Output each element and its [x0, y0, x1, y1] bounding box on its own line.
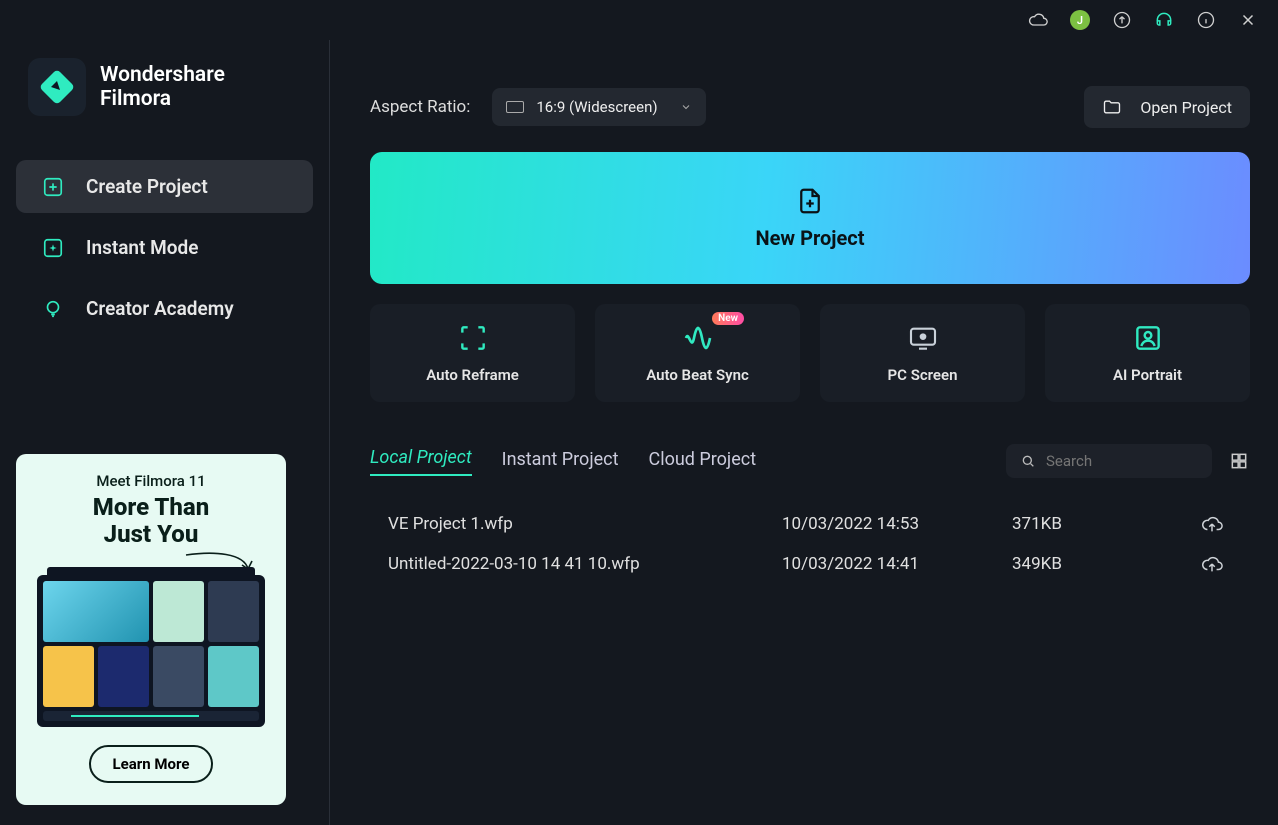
open-project-label: Open Project — [1140, 98, 1232, 117]
promo-learn-more-button[interactable]: Learn More — [89, 745, 214, 783]
sidebar: Wondershare Filmora Create Project Insta… — [0, 40, 330, 825]
promo-preview — [37, 575, 265, 727]
project-list: VE Project 1.wfp 10/03/2022 14:53 371KB … — [370, 504, 1250, 584]
sparkle-square-icon — [42, 237, 64, 259]
brand-line1: Wondershare — [100, 63, 225, 87]
file-plus-icon — [795, 186, 825, 216]
nav-item-label: Creator Academy — [86, 297, 234, 320]
folder-icon — [1102, 97, 1122, 117]
brand-logo — [28, 58, 86, 116]
titlebar: J — [0, 0, 1278, 40]
project-tabs: Local Project Instant Project Cloud Proj… — [370, 447, 756, 476]
card-auto-reframe[interactable]: Auto Reframe — [370, 304, 575, 402]
nav-instant-mode[interactable]: Instant Mode — [16, 221, 313, 274]
user-avatar[interactable]: J — [1070, 10, 1090, 30]
promo-card: Meet Filmora 11 More Than Just You Learn… — [16, 454, 286, 805]
new-badge: New — [712, 312, 744, 325]
card-label: Auto Reframe — [426, 366, 519, 384]
tab-local-project[interactable]: Local Project — [370, 447, 472, 476]
project-size: 371KB — [1012, 514, 1182, 534]
promo-headline1: More Than — [93, 494, 209, 520]
project-name: VE Project 1.wfp — [388, 514, 782, 534]
card-pc-screen[interactable]: PC Screen — [820, 304, 1025, 402]
headset-icon[interactable] — [1154, 10, 1174, 30]
nav-create-project[interactable]: Create Project — [16, 160, 313, 213]
search-box[interactable] — [1006, 444, 1212, 478]
nav-item-label: Instant Mode — [86, 236, 198, 259]
promo-subtitle: Meet Filmora 11 — [96, 472, 205, 490]
new-project-button[interactable]: New Project — [370, 152, 1250, 284]
plus-square-icon — [42, 176, 64, 198]
portrait-icon — [1132, 322, 1164, 354]
cloud-upload-icon[interactable] — [1182, 513, 1242, 535]
card-label: Auto Beat Sync — [646, 366, 749, 384]
bulb-icon — [42, 298, 64, 320]
nav: Create Project Instant Mode Creator Acad… — [16, 160, 313, 335]
promo-headline2: Just You — [104, 521, 199, 547]
aspect-ratio-value: 16:9 (Widescreen) — [536, 98, 657, 116]
card-label: PC Screen — [888, 366, 958, 384]
tab-instant-project[interactable]: Instant Project — [502, 449, 619, 476]
project-date: 10/03/2022 14:41 — [782, 554, 1012, 574]
card-label: AI Portrait — [1113, 366, 1182, 384]
search-input[interactable] — [1046, 452, 1198, 470]
waveform-icon — [682, 322, 714, 354]
brand: Wondershare Filmora — [16, 52, 313, 134]
search-icon — [1020, 453, 1036, 469]
card-ai-portrait[interactable]: AI Portrait — [1045, 304, 1250, 402]
project-name: Untitled-2022-03-10 14 41 10.wfp — [388, 554, 782, 574]
project-row[interactable]: VE Project 1.wfp 10/03/2022 14:53 371KB — [370, 504, 1250, 544]
grid-view-icon[interactable] — [1228, 450, 1250, 472]
open-project-button[interactable]: Open Project — [1084, 86, 1250, 128]
card-auto-beat-sync[interactable]: New Auto Beat Sync — [595, 304, 800, 402]
aspect-ratio-select[interactable]: 16:9 (Widescreen) — [492, 88, 706, 126]
frame-icon — [506, 101, 524, 113]
cloud-icon[interactable] — [1028, 10, 1048, 30]
nav-item-label: Create Project — [86, 175, 208, 198]
new-project-label: New Project — [756, 226, 865, 250]
nav-creator-academy[interactable]: Creator Academy — [16, 282, 313, 335]
info-icon[interactable] — [1196, 10, 1216, 30]
close-icon[interactable] — [1238, 10, 1258, 30]
cloud-upload-icon[interactable] — [1182, 553, 1242, 575]
aspect-ratio-label: Aspect Ratio: — [370, 97, 470, 117]
brand-line2: Filmora — [100, 87, 225, 111]
project-date: 10/03/2022 14:53 — [782, 514, 1012, 534]
main: Aspect Ratio: 16:9 (Widescreen) Open Pro… — [330, 40, 1278, 825]
upload-icon[interactable] — [1112, 10, 1132, 30]
project-size: 349KB — [1012, 554, 1182, 574]
project-row[interactable]: Untitled-2022-03-10 14 41 10.wfp 10/03/2… — [370, 544, 1250, 584]
reframe-icon — [457, 322, 489, 354]
screen-record-icon — [907, 322, 939, 354]
chevron-down-icon — [680, 101, 692, 113]
tab-cloud-project[interactable]: Cloud Project — [648, 449, 756, 476]
